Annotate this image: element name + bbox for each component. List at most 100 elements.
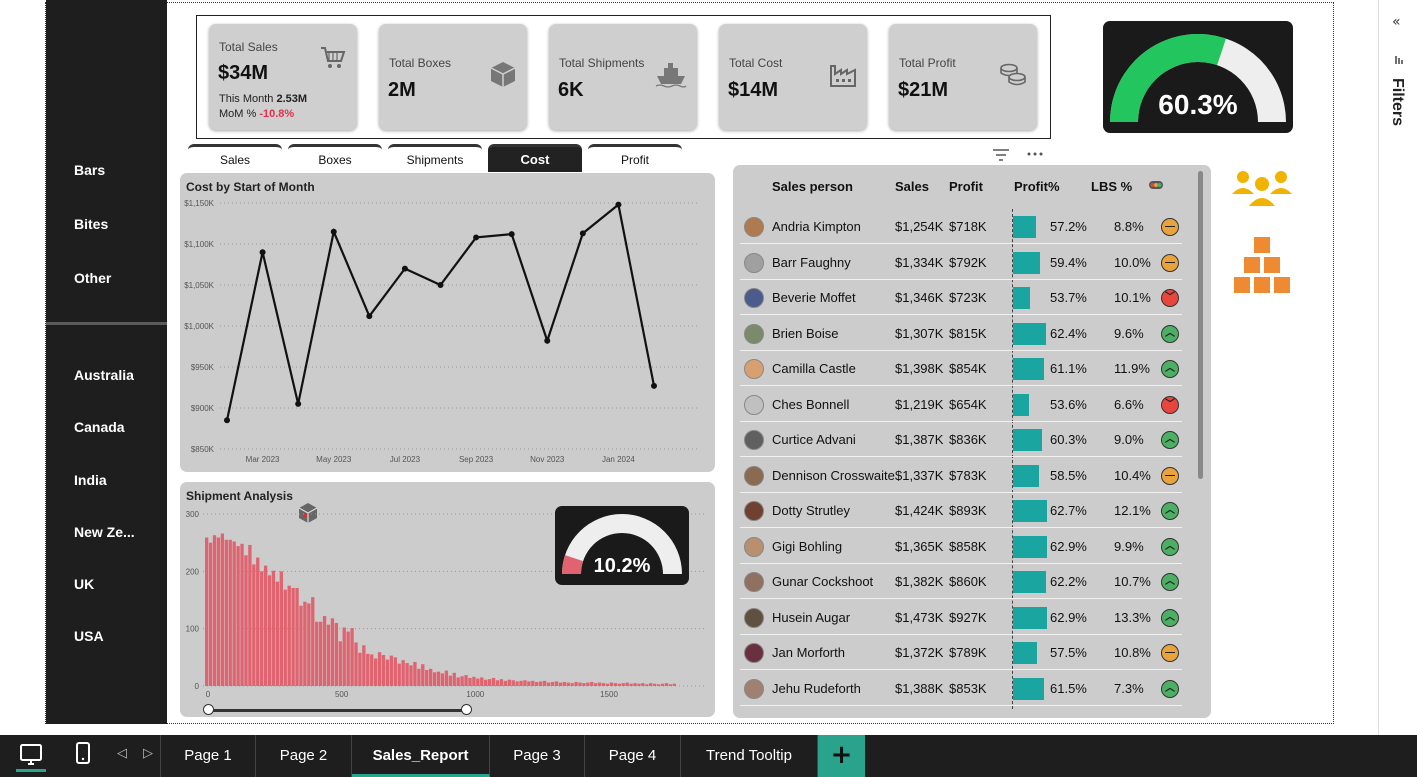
histogram-bar[interactable] bbox=[558, 682, 563, 686]
histogram-bar[interactable] bbox=[582, 683, 586, 686]
histogram-bar[interactable] bbox=[570, 683, 574, 686]
histogram-bar[interactable] bbox=[444, 670, 449, 686]
histogram-bar[interactable] bbox=[205, 537, 209, 686]
data-point[interactable] bbox=[259, 249, 266, 256]
data-point[interactable] bbox=[473, 234, 480, 241]
table-row[interactable]: Andria Kimpton $1,254K $718K 57.2% 8.8% — bbox=[740, 209, 1182, 244]
histogram-bar[interactable] bbox=[550, 681, 555, 686]
data-point[interactable] bbox=[401, 265, 408, 272]
histogram-bar[interactable] bbox=[546, 682, 551, 686]
histogram-bar[interactable] bbox=[295, 587, 299, 686]
histogram-bar[interactable] bbox=[208, 542, 213, 686]
histogram-bar[interactable] bbox=[660, 683, 665, 686]
histogram-bar[interactable] bbox=[260, 571, 264, 686]
table-row[interactable]: Camilla Castle $1,398K $854K 61.1% 11.9% ︿ bbox=[740, 351, 1182, 386]
cost-line-chart-panel[interactable]: Cost by Start of Month $1,150K $1,100K $1,… bbox=[180, 173, 715, 472]
table-row[interactable]: Barr Faughny $1,334K $792K 59.4% 10.0% — bbox=[740, 245, 1182, 280]
more-options-icon[interactable] bbox=[1027, 150, 1043, 158]
histogram-bar[interactable] bbox=[566, 682, 570, 686]
histogram-bar[interactable] bbox=[601, 683, 606, 686]
table-row[interactable]: Ches Bonnell $1,219K $654K 53.6% 6.6% ﹀ bbox=[740, 387, 1182, 422]
kpi-card-total-boxes[interactable]: Total Boxes 2M bbox=[379, 24, 527, 130]
table-row[interactable]: Curtice Advani $1,387K $836K 60.3% 9.0% ︿ bbox=[740, 422, 1182, 457]
table-row[interactable]: Dennison Crosswaite $1,337K $783K 58.5% 10.4… bbox=[740, 458, 1182, 493]
data-point[interactable] bbox=[295, 400, 302, 407]
histogram-bar[interactable] bbox=[656, 684, 661, 686]
histogram-bar[interactable] bbox=[275, 581, 280, 686]
histogram-bar[interactable] bbox=[370, 654, 374, 686]
page-tab-sales-report[interactable]: Sales_Report bbox=[352, 735, 490, 777]
filter-icon[interactable] bbox=[992, 148, 1010, 162]
histogram-bar[interactable] bbox=[597, 682, 602, 686]
tab-sales[interactable]: Sales bbox=[188, 144, 282, 172]
collapse-chevron-icon[interactable]: « bbox=[1392, 14, 1401, 30]
histogram-bar[interactable] bbox=[252, 564, 256, 686]
histogram-bar[interactable] bbox=[594, 683, 598, 686]
histogram-bar[interactable] bbox=[421, 664, 425, 686]
histogram-bar[interactable] bbox=[542, 680, 547, 686]
histogram-bar[interactable] bbox=[389, 655, 394, 686]
histogram-bar[interactable] bbox=[362, 645, 366, 686]
histogram-bar[interactable] bbox=[586, 682, 590, 686]
histogram-bar[interactable] bbox=[668, 684, 673, 686]
tab-cost[interactable]: Cost bbox=[488, 144, 582, 172]
desktop-view-icon[interactable] bbox=[16, 742, 46, 772]
histogram-bar[interactable] bbox=[338, 641, 342, 686]
histogram-bar[interactable] bbox=[287, 585, 291, 686]
kpi-card-total-cost[interactable]: Total Cost $14M bbox=[719, 24, 867, 130]
histogram-bar[interactable] bbox=[409, 665, 413, 686]
histogram-bar[interactable] bbox=[330, 618, 335, 686]
histogram-bar[interactable] bbox=[311, 597, 315, 686]
data-point[interactable] bbox=[544, 337, 551, 344]
table-row[interactable]: Gunar Cockshoot $1,382K $860K 62.2% 10.7% ︿ bbox=[740, 564, 1182, 599]
page-tab-trend-tooltip[interactable]: Trend Tooltip bbox=[681, 735, 818, 777]
histogram-bar[interactable] bbox=[460, 676, 464, 686]
sales-person-table[interactable]: Sales person Sales Profit Profit% LBS % … bbox=[733, 165, 1211, 718]
data-point[interactable] bbox=[437, 282, 444, 288]
kpi-card-total-sales[interactable]: Total Sales $34M This Month 2.53M MoM % … bbox=[209, 24, 357, 130]
tab-profit[interactable]: Profit bbox=[588, 144, 682, 172]
histogram-bar[interactable] bbox=[271, 570, 276, 686]
histogram-bar[interactable] bbox=[562, 681, 566, 686]
data-point[interactable] bbox=[224, 417, 230, 424]
histogram-bar[interactable] bbox=[641, 683, 645, 686]
filters-label[interactable]: Filters bbox=[1388, 78, 1406, 126]
histogram-bar[interactable] bbox=[413, 661, 417, 686]
data-point[interactable] bbox=[651, 382, 657, 389]
table-row[interactable]: Jehu Rudeforth $1,388K $853K 61.5% 7.3% ︿ bbox=[740, 671, 1182, 706]
histogram-bar[interactable] bbox=[228, 539, 232, 686]
histogram-bar[interactable] bbox=[440, 673, 445, 686]
slicer-item-australia[interactable]: Australia bbox=[74, 367, 134, 383]
histogram-bar[interactable] bbox=[303, 601, 307, 686]
histogram-bar[interactable] bbox=[649, 683, 653, 686]
histogram-bar[interactable] bbox=[315, 621, 319, 686]
slicer-item-usa[interactable]: USA bbox=[74, 628, 104, 644]
histogram-bar[interactable] bbox=[535, 681, 539, 686]
histogram-bar[interactable] bbox=[578, 682, 582, 686]
histogram-bar[interactable] bbox=[377, 652, 382, 686]
histogram-bar[interactable] bbox=[633, 683, 637, 686]
histogram-bar[interactable] bbox=[240, 543, 244, 686]
table-row[interactable]: Husein Augar $1,473K $927K 62.9% 13.3% ︿ bbox=[740, 600, 1182, 635]
histogram-bar[interactable] bbox=[645, 684, 649, 686]
data-point[interactable] bbox=[579, 230, 586, 237]
histogram-bar[interactable] bbox=[499, 679, 504, 686]
add-page-button[interactable]: + bbox=[818, 735, 865, 777]
column-header-sales-person[interactable]: Sales person bbox=[772, 179, 853, 194]
histogram-bar[interactable] bbox=[625, 682, 629, 686]
histogram-bar[interactable] bbox=[617, 683, 621, 686]
histogram-bar[interactable] bbox=[511, 680, 515, 686]
slicer-item-other[interactable]: Other bbox=[74, 270, 111, 286]
histogram-bar[interactable] bbox=[487, 679, 492, 686]
histogram-bar[interactable] bbox=[373, 658, 378, 686]
page-tab-page-2[interactable]: Page 2 bbox=[256, 735, 352, 777]
histogram-bar[interactable] bbox=[279, 571, 283, 686]
histogram-bar[interactable] bbox=[672, 683, 676, 686]
histogram-bar[interactable] bbox=[342, 627, 346, 686]
histogram-bar[interactable] bbox=[354, 642, 358, 686]
histogram-bar[interactable] bbox=[425, 669, 429, 686]
histogram-bar[interactable] bbox=[507, 679, 511, 686]
range-slider-end-handle[interactable] bbox=[461, 704, 472, 715]
histogram-bar[interactable] bbox=[397, 663, 401, 686]
histogram-bar[interactable] bbox=[256, 557, 260, 686]
